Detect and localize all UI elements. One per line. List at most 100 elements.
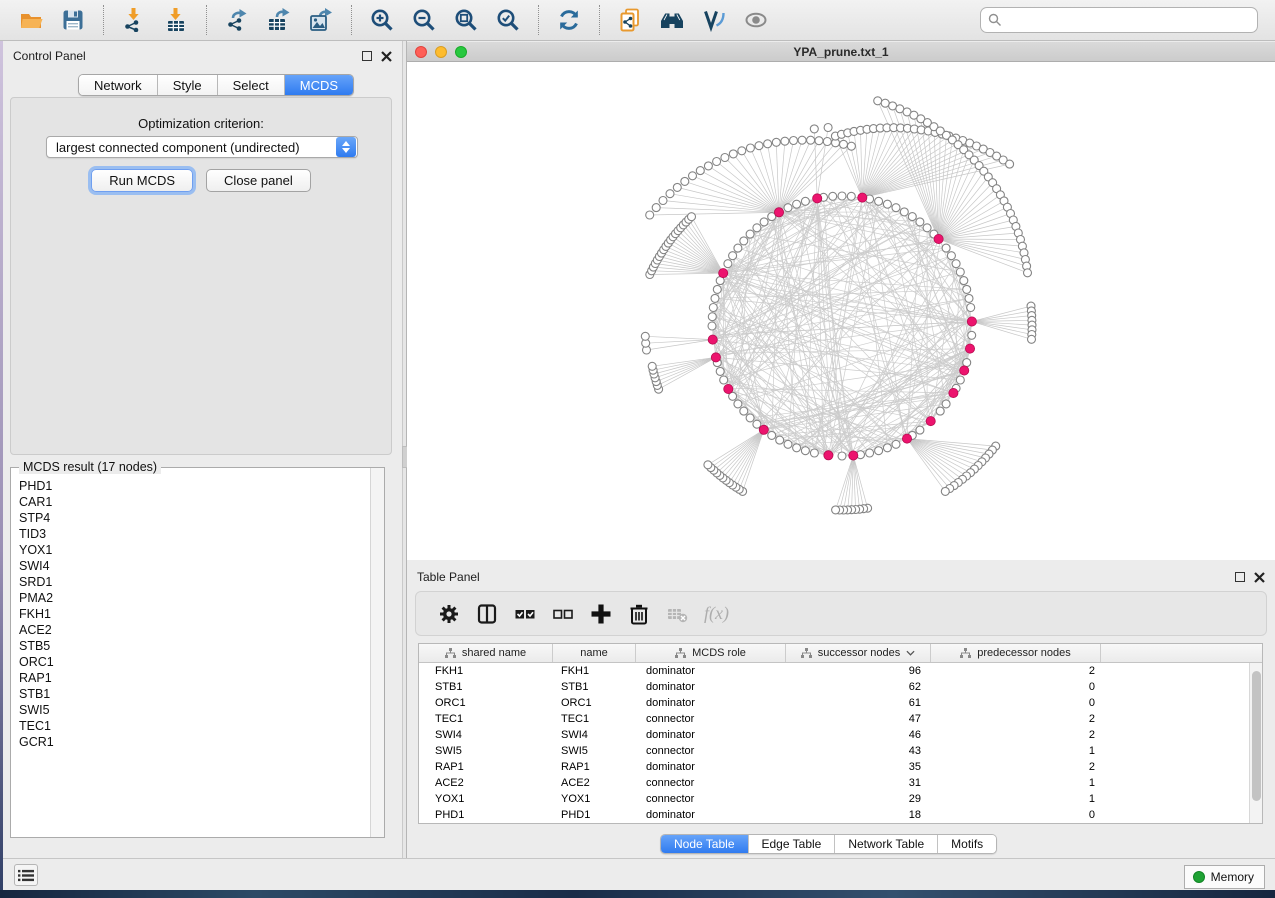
table-header-row: shared name name MCDS role successor nod… (419, 644, 1262, 663)
mcds-options-pane: Optimization criterion: largest connecte… (10, 97, 392, 455)
list-item[interactable]: ACE2 (19, 622, 370, 638)
list-item[interactable]: SWI5 (19, 702, 370, 718)
search-input[interactable] (980, 7, 1258, 33)
table-row[interactable]: SWI5SWI5connector431 (419, 743, 1249, 759)
column-header-mcds-role[interactable]: MCDS role (636, 644, 786, 662)
tab-edge-table[interactable]: Edge Table (749, 835, 836, 853)
attribute-type-icon (445, 648, 456, 659)
list-icon (18, 869, 34, 882)
close-panel-icon[interactable] (381, 51, 392, 62)
toolbar-separator (206, 5, 207, 35)
table-row[interactable]: ORC1ORC1dominator610 (419, 695, 1249, 711)
list-item[interactable]: YOX1 (19, 542, 370, 558)
zoom-in-icon[interactable] (369, 7, 395, 33)
table-row[interactable]: RAP1RAP1dominator352 (419, 759, 1249, 775)
network-window: YPA_prune.txt_1 (407, 42, 1275, 560)
export-table-icon[interactable] (266, 7, 292, 33)
list-item[interactable]: CAR1 (19, 494, 370, 510)
zoom-out-icon[interactable] (411, 7, 437, 33)
list-item[interactable]: STP4 (19, 510, 370, 526)
toolbar-separator (103, 5, 104, 35)
tab-select[interactable]: Select (218, 75, 285, 95)
show-column-icon[interactable] (474, 601, 500, 627)
chevron-down-icon (342, 148, 350, 153)
tab-style[interactable]: Style (158, 75, 218, 95)
mcds-list-scrollbar[interactable] (370, 468, 384, 837)
select-all-rows-icon[interactable] (512, 601, 538, 627)
close-panel-icon[interactable] (1254, 572, 1265, 583)
network-view[interactable] (407, 62, 1275, 559)
list-item[interactable]: SWI4 (19, 558, 370, 574)
toolbar-search (980, 7, 1258, 33)
table-row[interactable]: PHD1PHD1dominator180 (419, 807, 1249, 823)
list-item[interactable]: TID3 (19, 526, 370, 542)
table-row[interactable]: YOX1YOX1connector291 (419, 791, 1249, 807)
float-panel-icon[interactable] (1235, 572, 1245, 582)
zoom-fit-icon[interactable] (453, 7, 479, 33)
list-item[interactable]: SRD1 (19, 574, 370, 590)
memory-button[interactable]: Memory (1184, 865, 1265, 889)
control-panel: Control Panel Network Style Select MCDS … (3, 41, 402, 858)
table-row[interactable]: STB1STB1dominator620 (419, 679, 1249, 695)
close-panel-button[interactable]: Close panel (206, 169, 311, 192)
tab-mcds[interactable]: MCDS (285, 75, 353, 95)
create-column-plus-icon[interactable] (588, 601, 614, 627)
table-toolbar: f(x) (415, 591, 1267, 636)
search-icon (988, 13, 1002, 27)
graphics-details-eye-icon[interactable] (743, 7, 769, 33)
table-row[interactable]: TEC1TEC1connector472 (419, 711, 1249, 727)
tab-motifs[interactable]: Motifs (938, 835, 996, 853)
run-mcds-button[interactable]: Run MCDS (91, 169, 193, 192)
list-item[interactable]: GCR1 (19, 734, 370, 750)
table-scrollbar[interactable] (1249, 663, 1262, 823)
list-item[interactable]: ORC1 (19, 654, 370, 670)
mcds-result-list: PHD1 CAR1 STP4 TID3 YOX1 SWI4 SRD1 PMA2 … (12, 474, 370, 836)
column-header-predecessor-nodes[interactable]: predecessor nodes (931, 644, 1101, 662)
list-item[interactable]: STB1 (19, 686, 370, 702)
list-item[interactable]: RAP1 (19, 670, 370, 686)
network-search-binoculars-icon[interactable] (659, 7, 685, 33)
desktop-wallpaper-bottom (0, 890, 1275, 898)
import-table-icon[interactable] (163, 7, 189, 33)
network-window-titlebar[interactable]: YPA_prune.txt_1 (407, 42, 1275, 62)
apply-layout-icon[interactable] (556, 7, 582, 33)
share-document-icon[interactable] (617, 7, 643, 33)
open-session-icon[interactable] (18, 7, 44, 33)
export-image-icon[interactable] (308, 7, 334, 33)
list-item[interactable]: STB5 (19, 638, 370, 654)
table-row[interactable]: FKH1FKH1dominator962 (419, 663, 1249, 679)
vizmapper-icon[interactable] (701, 7, 727, 33)
list-item[interactable]: PHD1 (19, 478, 370, 494)
list-item[interactable]: FKH1 (19, 606, 370, 622)
table-row[interactable]: ACE2ACE2connector311 (419, 775, 1249, 791)
window-minimize-icon[interactable] (435, 46, 447, 58)
optimization-criterion-select[interactable]: largest connected component (undirected) (46, 136, 358, 158)
save-session-icon[interactable] (60, 7, 86, 33)
window-maximize-icon[interactable] (455, 46, 467, 58)
column-header-successor-nodes[interactable]: successor nodes (786, 644, 931, 662)
list-item[interactable]: PMA2 (19, 590, 370, 606)
list-item[interactable]: TEC1 (19, 718, 370, 734)
status-bar: Memory (3, 858, 1275, 890)
column-header-shared-name[interactable]: shared name (419, 644, 553, 662)
mcds-result-group: MCDS result (17 nodes) PHD1 CAR1 STP4 TI… (10, 467, 385, 838)
deselect-all-rows-icon[interactable] (550, 601, 576, 627)
attribute-type-icon (960, 648, 971, 659)
zoom-selected-icon[interactable] (495, 7, 521, 33)
scrollbar-thumb[interactable] (1252, 671, 1261, 801)
table-panel-titlebar: Table Panel (407, 562, 1275, 592)
export-network-icon[interactable] (224, 7, 250, 33)
import-network-icon[interactable] (121, 7, 147, 33)
window-close-icon[interactable] (415, 46, 427, 58)
control-panel-tabs: Network Style Select MCDS (78, 74, 354, 96)
table-settings-gear-icon[interactable] (436, 601, 462, 627)
task-history-button[interactable] (14, 864, 38, 886)
tab-network[interactable]: Network (79, 75, 158, 95)
table-row[interactable]: SWI4SWI4dominator462 (419, 727, 1249, 743)
tab-node-table[interactable]: Node Table (661, 835, 749, 853)
column-header-name[interactable]: name (553, 644, 636, 662)
attribute-type-icon (801, 648, 812, 659)
tab-network-table[interactable]: Network Table (835, 835, 938, 853)
float-panel-icon[interactable] (362, 51, 372, 61)
delete-column-trash-icon[interactable] (626, 601, 652, 627)
